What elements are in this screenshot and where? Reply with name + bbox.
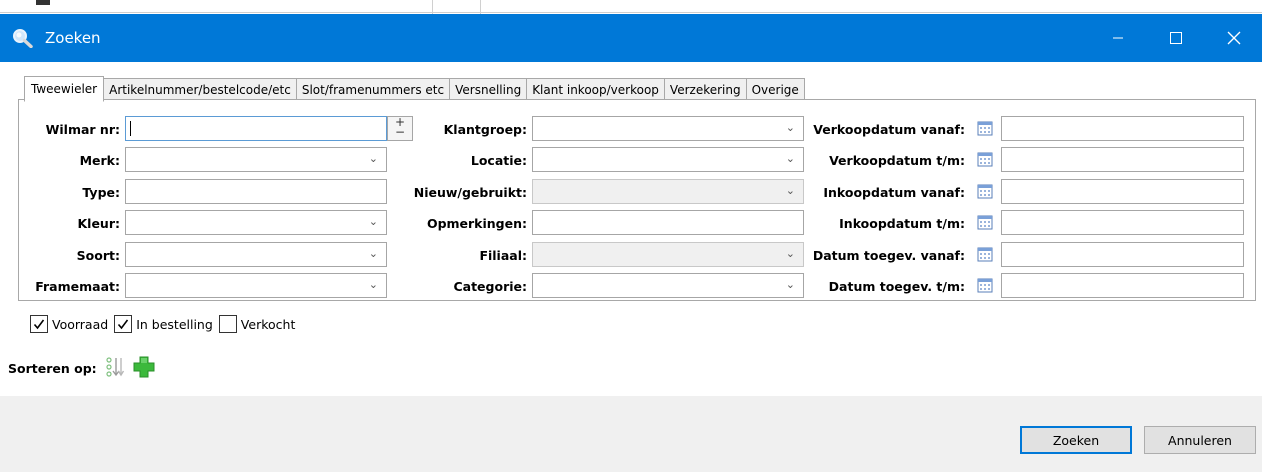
sort-label: Sorteren op: bbox=[8, 361, 97, 376]
wilmar-nr-spinner[interactable]: + − bbox=[387, 116, 413, 141]
in-bestelling-label: In bestelling bbox=[136, 316, 213, 332]
inkoopdatum-tm-label: Inkoopdatum t/m: bbox=[839, 216, 965, 231]
categorie-label: Categorie: bbox=[453, 279, 527, 294]
klantgroep-label: Klantgroep: bbox=[443, 122, 527, 137]
chevron-down-icon: ⌄ bbox=[785, 152, 795, 165]
close-icon bbox=[1227, 31, 1241, 45]
window-title: Zoeken bbox=[45, 29, 101, 47]
status-checkboxes: Voorraad In bestelling Verkocht bbox=[30, 314, 301, 334]
categorie-select[interactable]: ⌄ bbox=[532, 273, 804, 298]
calendar-icon[interactable] bbox=[977, 120, 993, 136]
background-element bbox=[36, 0, 50, 5]
calendar-icon[interactable] bbox=[977, 183, 993, 199]
datum-toegev-vanaf-label: Datum toegev. vanaf: bbox=[812, 248, 965, 263]
nieuw-gebruikt-label: Nieuw/gebruikt: bbox=[413, 185, 527, 200]
tab-panel-tweewieler: Wilmar nr: + − Merk: ⌄ Type: Kleur: ⌄ Soo… bbox=[18, 99, 1256, 301]
inkoopdatum-vanaf-input[interactable] bbox=[1001, 179, 1244, 204]
nieuw-gebruikt-select: ⌄ bbox=[532, 179, 804, 204]
chevron-down-icon: ⌄ bbox=[785, 278, 795, 291]
inkoopdatum-vanaf-label: Inkoopdatum vanaf: bbox=[823, 185, 965, 200]
search-button[interactable]: Zoeken bbox=[1020, 426, 1132, 454]
button-bar: Zoeken Annuleren bbox=[0, 396, 1262, 472]
calendar-icon[interactable] bbox=[977, 214, 993, 230]
soort-select[interactable]: ⌄ bbox=[125, 242, 387, 267]
chevron-down-icon: ⌄ bbox=[785, 121, 795, 134]
cancel-button[interactable]: Annuleren bbox=[1144, 426, 1256, 454]
tab-artikelnummer[interactable]: Artikelnummer/bestelcode/etc bbox=[104, 78, 297, 100]
locatie-select[interactable]: ⌄ bbox=[532, 147, 804, 172]
datum-toegev-tm-input[interactable] bbox=[1001, 273, 1244, 298]
add-icon[interactable] bbox=[133, 356, 155, 381]
voorraad-checkbox[interactable] bbox=[30, 315, 48, 333]
checkmark-icon bbox=[33, 319, 45, 330]
wilmar-nr-label: Wilmar nr: bbox=[45, 122, 120, 137]
locatie-label: Locatie: bbox=[470, 153, 527, 168]
voorraad-label: Voorraad bbox=[52, 316, 109, 332]
filiaal-label: Filiaal: bbox=[479, 248, 527, 263]
kleur-label: Kleur: bbox=[77, 216, 120, 231]
type-input[interactable] bbox=[125, 179, 387, 204]
sort-order-icon[interactable] bbox=[105, 356, 127, 381]
calendar-icon[interactable] bbox=[977, 277, 993, 293]
background-border bbox=[0, 12, 1262, 13]
maximize-icon bbox=[1170, 32, 1182, 44]
in-bestelling-checkbox[interactable] bbox=[114, 315, 133, 333]
maximize-button[interactable] bbox=[1148, 14, 1204, 62]
chevron-down-icon: ⌄ bbox=[368, 152, 378, 165]
tab-strip: Tweewieler Artikelnummer/bestelcode/etc … bbox=[24, 76, 805, 102]
close-button[interactable] bbox=[1206, 14, 1262, 62]
minimize-button[interactable] bbox=[1090, 14, 1146, 62]
calendar-icon[interactable] bbox=[977, 151, 993, 167]
filiaal-select: ⌄ bbox=[532, 242, 804, 267]
merk-label: Merk: bbox=[79, 153, 120, 168]
tab-verzekering[interactable]: Verzekering bbox=[664, 78, 747, 100]
chevron-down-icon: ⌄ bbox=[368, 247, 378, 260]
tab-tweewieler[interactable]: Tweewieler bbox=[24, 76, 105, 102]
verkocht-label: Verkocht bbox=[240, 316, 296, 332]
opmerkingen-input[interactable] bbox=[532, 210, 804, 235]
framemaat-select[interactable]: ⌄ bbox=[125, 273, 387, 298]
tab-overige[interactable]: Overige bbox=[746, 78, 805, 100]
chevron-down-icon: ⌄ bbox=[368, 215, 378, 228]
tab-versnelling[interactable]: Versnelling bbox=[450, 78, 528, 100]
title-bar[interactable]: Zoeken bbox=[0, 14, 1262, 62]
opmerkingen-label: Opmerkingen: bbox=[426, 216, 527, 231]
minimize-icon bbox=[1113, 37, 1123, 39]
verkoopdatum-vanaf-label: Verkoopdatum vanaf: bbox=[813, 122, 965, 137]
type-label: Type: bbox=[82, 185, 120, 200]
verkoopdatum-tm-label: Verkoopdatum t/m: bbox=[829, 153, 965, 168]
datum-toegev-tm-label: Datum toegev. t/m: bbox=[828, 279, 965, 294]
kleur-select[interactable]: ⌄ bbox=[125, 210, 387, 235]
merk-select[interactable]: ⌄ bbox=[125, 147, 387, 172]
tab-klant-inkoop-verkoop[interactable]: Klant inkoop/verkoop bbox=[527, 78, 665, 100]
calendar-icon[interactable] bbox=[977, 246, 993, 262]
framemaat-label: Framemaat: bbox=[35, 279, 120, 294]
sort-row: Sorteren op: bbox=[8, 356, 155, 381]
tab-slot-framenummers[interactable]: Slot/framenummers etc bbox=[296, 78, 451, 100]
wilmar-nr-input[interactable] bbox=[125, 116, 387, 141]
chevron-down-icon: ⌄ bbox=[785, 247, 795, 260]
chevron-down-icon: ⌄ bbox=[368, 278, 378, 291]
verkocht-checkbox[interactable] bbox=[218, 315, 237, 333]
magnifier-icon bbox=[12, 28, 34, 49]
chevron-down-icon: ⌄ bbox=[785, 184, 795, 197]
checkmark-icon bbox=[118, 319, 129, 330]
background-strip bbox=[0, 0, 1262, 14]
inkoopdatum-tm-input[interactable] bbox=[1001, 210, 1244, 235]
search-dialog: Tweewieler Artikelnummer/bestelcode/etc … bbox=[0, 62, 1262, 472]
datum-toegev-vanaf-input[interactable] bbox=[1001, 242, 1244, 267]
klantgroep-select[interactable]: ⌄ bbox=[532, 116, 804, 141]
verkoopdatum-tm-input[interactable] bbox=[1001, 147, 1244, 172]
verkoopdatum-vanaf-input[interactable] bbox=[1001, 116, 1244, 141]
soort-label: Soort: bbox=[76, 248, 120, 263]
